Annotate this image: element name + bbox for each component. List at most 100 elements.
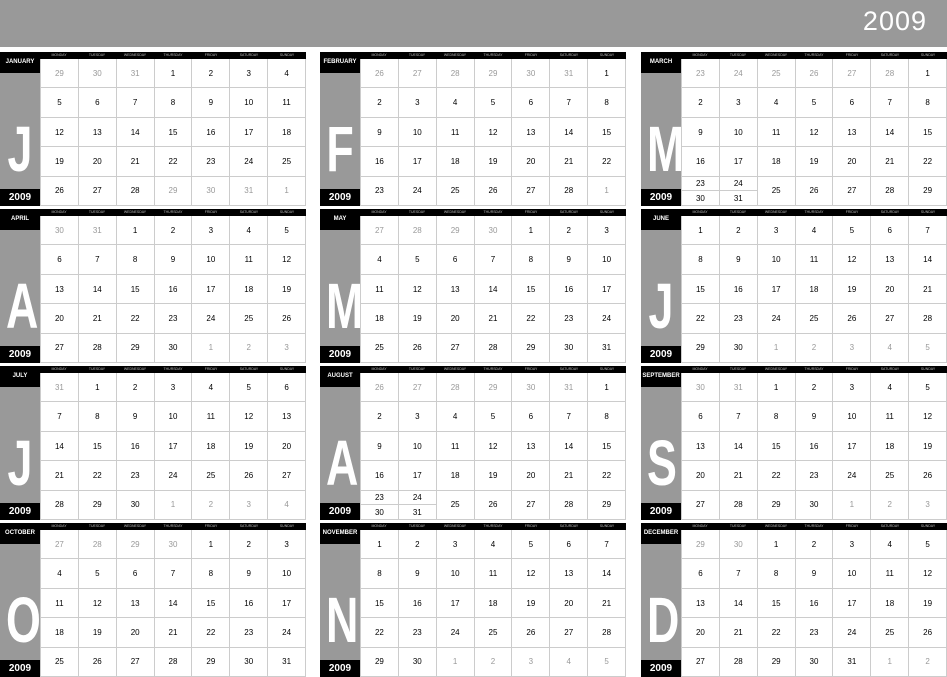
day-cell: 21 [153,618,192,647]
day-cell: 30 [40,216,78,245]
day-cell: 27 [549,618,587,647]
weekday-label: FRIDAY [845,53,859,57]
month-name: APRIL [0,209,40,230]
day-cell: 18 [267,117,307,147]
weekday-label: SATURDAY [559,210,579,214]
weekday-label: FRIDAY [524,53,538,57]
day-cell: 6 [77,88,116,117]
day-cell: 12 [473,117,512,147]
weekday-label: SATURDAY [239,367,259,371]
day-cell: 24 [229,147,267,176]
weekday-label: FRIDAY [204,524,218,528]
day-cell: 25 [267,147,307,176]
weekday-label: FRIDAY [845,210,859,214]
day-cell: 3 [756,216,795,245]
day-cell: 14 [718,431,757,461]
day-number: 30 [695,193,705,203]
week-row: 27 28 29 30 1 2 3 [360,216,627,246]
day-cell: 5 [229,373,267,402]
weekday-label: FRIDAY [524,210,538,214]
day-cell: 5 [40,88,78,117]
day-cell: 23 [153,304,192,333]
weekday-label: WEDNESDAY [764,210,788,214]
week-row: 23 30 24 31 25 26 27 28 29 [681,176,947,207]
day-cell: 19 [473,461,512,490]
day-cell: 13 [681,431,719,461]
month-letter: J [648,270,674,342]
day-cell: 18 [360,304,398,333]
day-cell: 20 [115,618,154,647]
month-march: MARCH M 2009 MONDAY TUESDAY WEDNESDAY THURSDAY… [641,52,947,207]
day-cell: 20 [40,304,78,333]
day-cell: 14 [115,117,154,147]
day-cell: 2 [794,373,833,402]
month-letter: J [7,427,33,499]
day-cell: 9 [360,431,398,461]
day-cell: 2 [870,490,908,520]
day-cell: 3 [397,402,436,431]
weekday-label: TUESDAY [729,524,747,528]
day-cell: 24 [191,304,229,333]
day-cell: 3 [832,373,870,402]
day-cell: 13 [511,117,549,147]
day-cell: 29 [473,59,512,88]
day-cell: 1 [511,216,549,245]
weekday-label: SUNDAY [279,524,295,528]
weekday-label: TUESDAY [88,367,106,371]
week-row: 9 10 11 12 13 14 15 [360,431,627,462]
day-cell: 9 [549,245,587,274]
month-letter: M [647,113,685,185]
weekday-label: MONDAY [371,524,387,528]
day-cell: 6 [832,88,870,117]
week-row: 5 6 7 8 9 10 11 [40,88,307,118]
day-cell: 2 [794,530,833,559]
day-cell: 14 [587,559,627,588]
month-days-grid: MONDAY TUESDAY WEDNESDAY THURSDAY FRIDAY SATU… [40,52,307,207]
week-row: 6 7 8 9 10 11 12 [40,245,307,275]
day-cell: 14 [473,274,512,304]
day-cell: 1 [756,530,795,559]
weekday-label: SATURDAY [559,524,579,528]
day-cell: 5 [832,216,870,245]
day-cell: 2 [229,333,267,363]
day-cell: 8 [191,559,229,588]
day-cell: 10 [832,402,870,431]
day-cell: 17 [832,588,870,618]
day-cell: 30 [718,333,757,363]
day-cell: 26 [794,59,833,88]
day-cell: 21 [870,147,908,176]
month-year: 2009 [320,660,360,677]
month-letter: A [326,427,359,499]
day-cell: 20 [511,147,549,176]
day-cell: 7 [77,245,116,274]
day-cell: 8 [908,88,947,117]
day-cell: 11 [794,245,833,274]
day-cell: 6 [681,559,719,588]
month-name: JANUARY [0,52,40,73]
month-name: AUGUST [320,366,360,387]
day-cell: 28 [153,647,192,677]
day-cell: 23 [794,461,833,490]
day-cell: 23 [549,304,587,333]
weekday-label: FRIDAY [204,367,218,371]
day-cell: 4 [40,559,78,588]
day-cell: 27 [435,333,474,363]
day-cell: 28 [77,333,116,363]
day-cell: 28 [40,490,78,520]
day-cell: 16 [229,588,267,618]
weekday-header: MONDAY TUESDAY WEDNESDAY THURSDAY FRIDAY SATU… [40,52,306,59]
month-year: 2009 [320,189,360,206]
weekday-label: FRIDAY [204,53,218,57]
week-row: 1234567 [360,530,627,560]
day-cell: 4 [756,88,795,117]
weekday-label: MONDAY [692,53,708,57]
day-cell: 13 [267,402,307,431]
day-cell: 24 [397,176,436,206]
day-cell: 18 [229,274,267,304]
weekday-label: WEDNESDAY [443,367,467,371]
month-july: JULY J 2009 MONDAY TUESDAY WEDNESDAY THURSDAY F… [0,366,307,521]
day-cell: 17 [397,147,436,176]
week-row: 29 30 1 2 3 4 5 [681,333,947,364]
day-cell: 23 [681,59,719,88]
week-row: 27 28 29 30 1 2 3 [681,490,947,521]
